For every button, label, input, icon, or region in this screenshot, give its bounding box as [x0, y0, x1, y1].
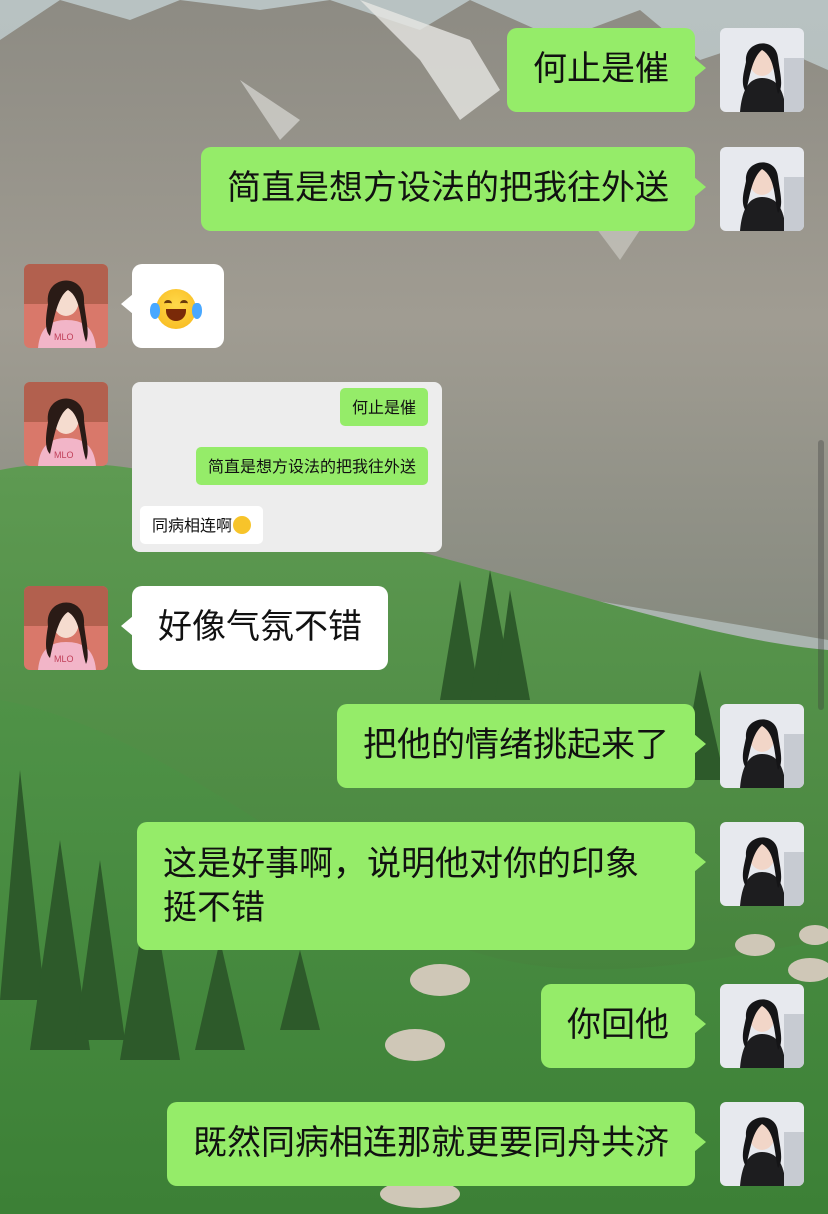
message-text: 把他的情绪挑起来了	[363, 725, 669, 765]
image-message-screenshot[interactable]: 何止是催 简直是想方设法的把我往外送 同病相连啊	[132, 382, 442, 552]
my-avatar[interactable]	[720, 984, 804, 1068]
contact-avatar[interactable]: MLO	[24, 586, 108, 670]
my-avatar[interactable]	[720, 28, 804, 112]
svg-text:MLO: MLO	[54, 654, 74, 664]
message-bubble-outgoing[interactable]: 既然同病相连那就更要同舟共济	[167, 1102, 706, 1186]
quoted-bubble-incoming: 同病相连啊	[140, 506, 264, 544]
quoted-text: 同病相连啊	[152, 516, 233, 535]
contact-avatar[interactable]: MLO	[24, 264, 108, 348]
laughing-tears-emoji-icon	[233, 516, 252, 534]
message-text: 你回他	[567, 1005, 669, 1045]
message-text: 这是好事啊，说明他对你的印象挺不错	[163, 844, 639, 928]
message-text: 何止是催	[533, 49, 669, 89]
message-bubble-outgoing[interactable]: 简直是想方设法的把我往外送	[201, 147, 706, 231]
svg-text:MLO: MLO	[54, 450, 74, 460]
quoted-bubble-outgoing: 何止是催	[339, 388, 428, 426]
message-bubble-incoming[interactable]	[121, 264, 224, 348]
message-text: 好像气氛不错	[158, 607, 362, 647]
quoted-bubble-outgoing: 简直是想方设法的把我往外送	[195, 447, 428, 485]
my-avatar[interactable]	[720, 147, 804, 231]
message-bubble-outgoing[interactable]: 你回他	[541, 984, 706, 1068]
message-bubble-outgoing[interactable]: 这是好事啊，说明他对你的印象挺不错	[137, 822, 706, 950]
svg-text:MLO: MLO	[54, 332, 74, 342]
message-text: 简直是想方设法的把我往外送	[227, 168, 669, 208]
laughing-tears-emoji-icon	[150, 288, 202, 329]
message-text: 既然同病相连那就更要同舟共济	[193, 1123, 669, 1163]
contact-avatar[interactable]: MLO	[24, 382, 108, 466]
my-avatar[interactable]	[720, 822, 804, 906]
quoted-text: 简直是想方设法的把我往外送	[207, 457, 416, 476]
quoted-text: 何止是催	[351, 398, 416, 417]
my-avatar[interactable]	[720, 1102, 804, 1186]
message-bubble-outgoing[interactable]: 何止是催	[507, 28, 706, 112]
message-bubble-incoming[interactable]: 好像气氛不错	[121, 586, 388, 670]
message-bubble-outgoing[interactable]: 把他的情绪挑起来了	[337, 704, 706, 788]
my-avatar[interactable]	[720, 704, 804, 788]
scrollbar[interactable]	[818, 440, 824, 710]
